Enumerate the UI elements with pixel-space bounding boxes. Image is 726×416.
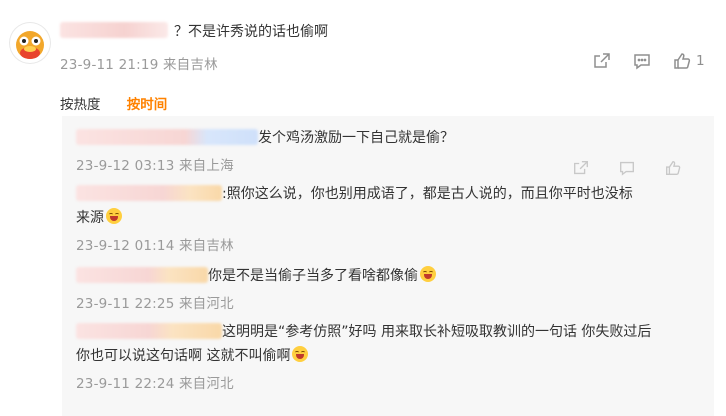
share-icon[interactable] — [592, 51, 612, 71]
reply-item: :照你这么说，你也别用成语了，都是古人说的，而且你平时也没标 来源 23-9-1… — [76, 182, 706, 254]
reply-meta: 23-9-11 22:24 来自河北 — [76, 376, 234, 392]
replies-panel: 发个鸡汤激励一下自己就是偷？ 23-9-12 03:13 来自上海 :照你这么说… — [62, 116, 714, 416]
redacted-username[interactable] — [76, 129, 258, 145]
comment-icon[interactable] — [618, 159, 638, 179]
redacted-username[interactable] — [76, 185, 222, 201]
thumbs-up-icon[interactable] — [664, 159, 684, 179]
laughing-emoji-icon — [106, 208, 122, 224]
reply-meta: 23-9-12 01:14 来自吉林 — [76, 238, 234, 254]
comment-meta: 23-9-11 21:19 来自吉林 — [60, 57, 218, 73]
like-count: 1 — [696, 53, 705, 69]
reply-text: :照你这么说，你也别用成语了，都是古人说的，而且你平时也没标 来源 — [76, 185, 633, 226]
reply-text: 发个鸡汤激励一下自己就是偷？ — [76, 126, 706, 150]
comment-actions: 1 — [592, 51, 705, 71]
share-icon[interactable] — [572, 159, 592, 179]
thumbs-up-icon[interactable] — [672, 51, 692, 71]
comment-icon[interactable] — [632, 51, 652, 71]
laughing-emoji-icon — [420, 266, 436, 282]
reply-text: 这明明是“参考仿照”好吗 用来取长补短吸取教训的一句话 你失败过后 你也可以说这… — [76, 323, 652, 364]
reply-item: 你是不是当偷子当多了看啥都像偷 23-9-11 22:25 来自河北 — [76, 264, 706, 312]
tab-sort-by-time[interactable]: 按时间 — [127, 97, 168, 113]
reply-text: 你是不是当偷子当多了看啥都像偷 — [76, 264, 706, 288]
reply-actions — [572, 159, 684, 179]
redacted-username[interactable] — [76, 323, 222, 339]
tab-sort-by-hot[interactable]: 按热度 — [60, 97, 101, 113]
avatar[interactable] — [10, 23, 50, 63]
laughing-emoji-icon — [292, 346, 309, 362]
redacted-username[interactable] — [76, 267, 208, 283]
sort-tabs: 按热度 按时间 — [60, 93, 189, 113]
reply-item: 这明明是“参考仿照”好吗 用来取长补短吸取教训的一句话 你失败过后 你也可以说这… — [76, 320, 706, 392]
reply-meta: 23-9-11 22:25 来自河北 — [76, 296, 234, 312]
comment-text: ？不是许秀说的话也偷啊 — [174, 24, 328, 40]
redacted-username[interactable] — [60, 22, 168, 38]
main-comment: ？不是许秀说的话也偷啊 23-9-11 21:19 来自吉林 1 — [0, 0, 726, 86]
